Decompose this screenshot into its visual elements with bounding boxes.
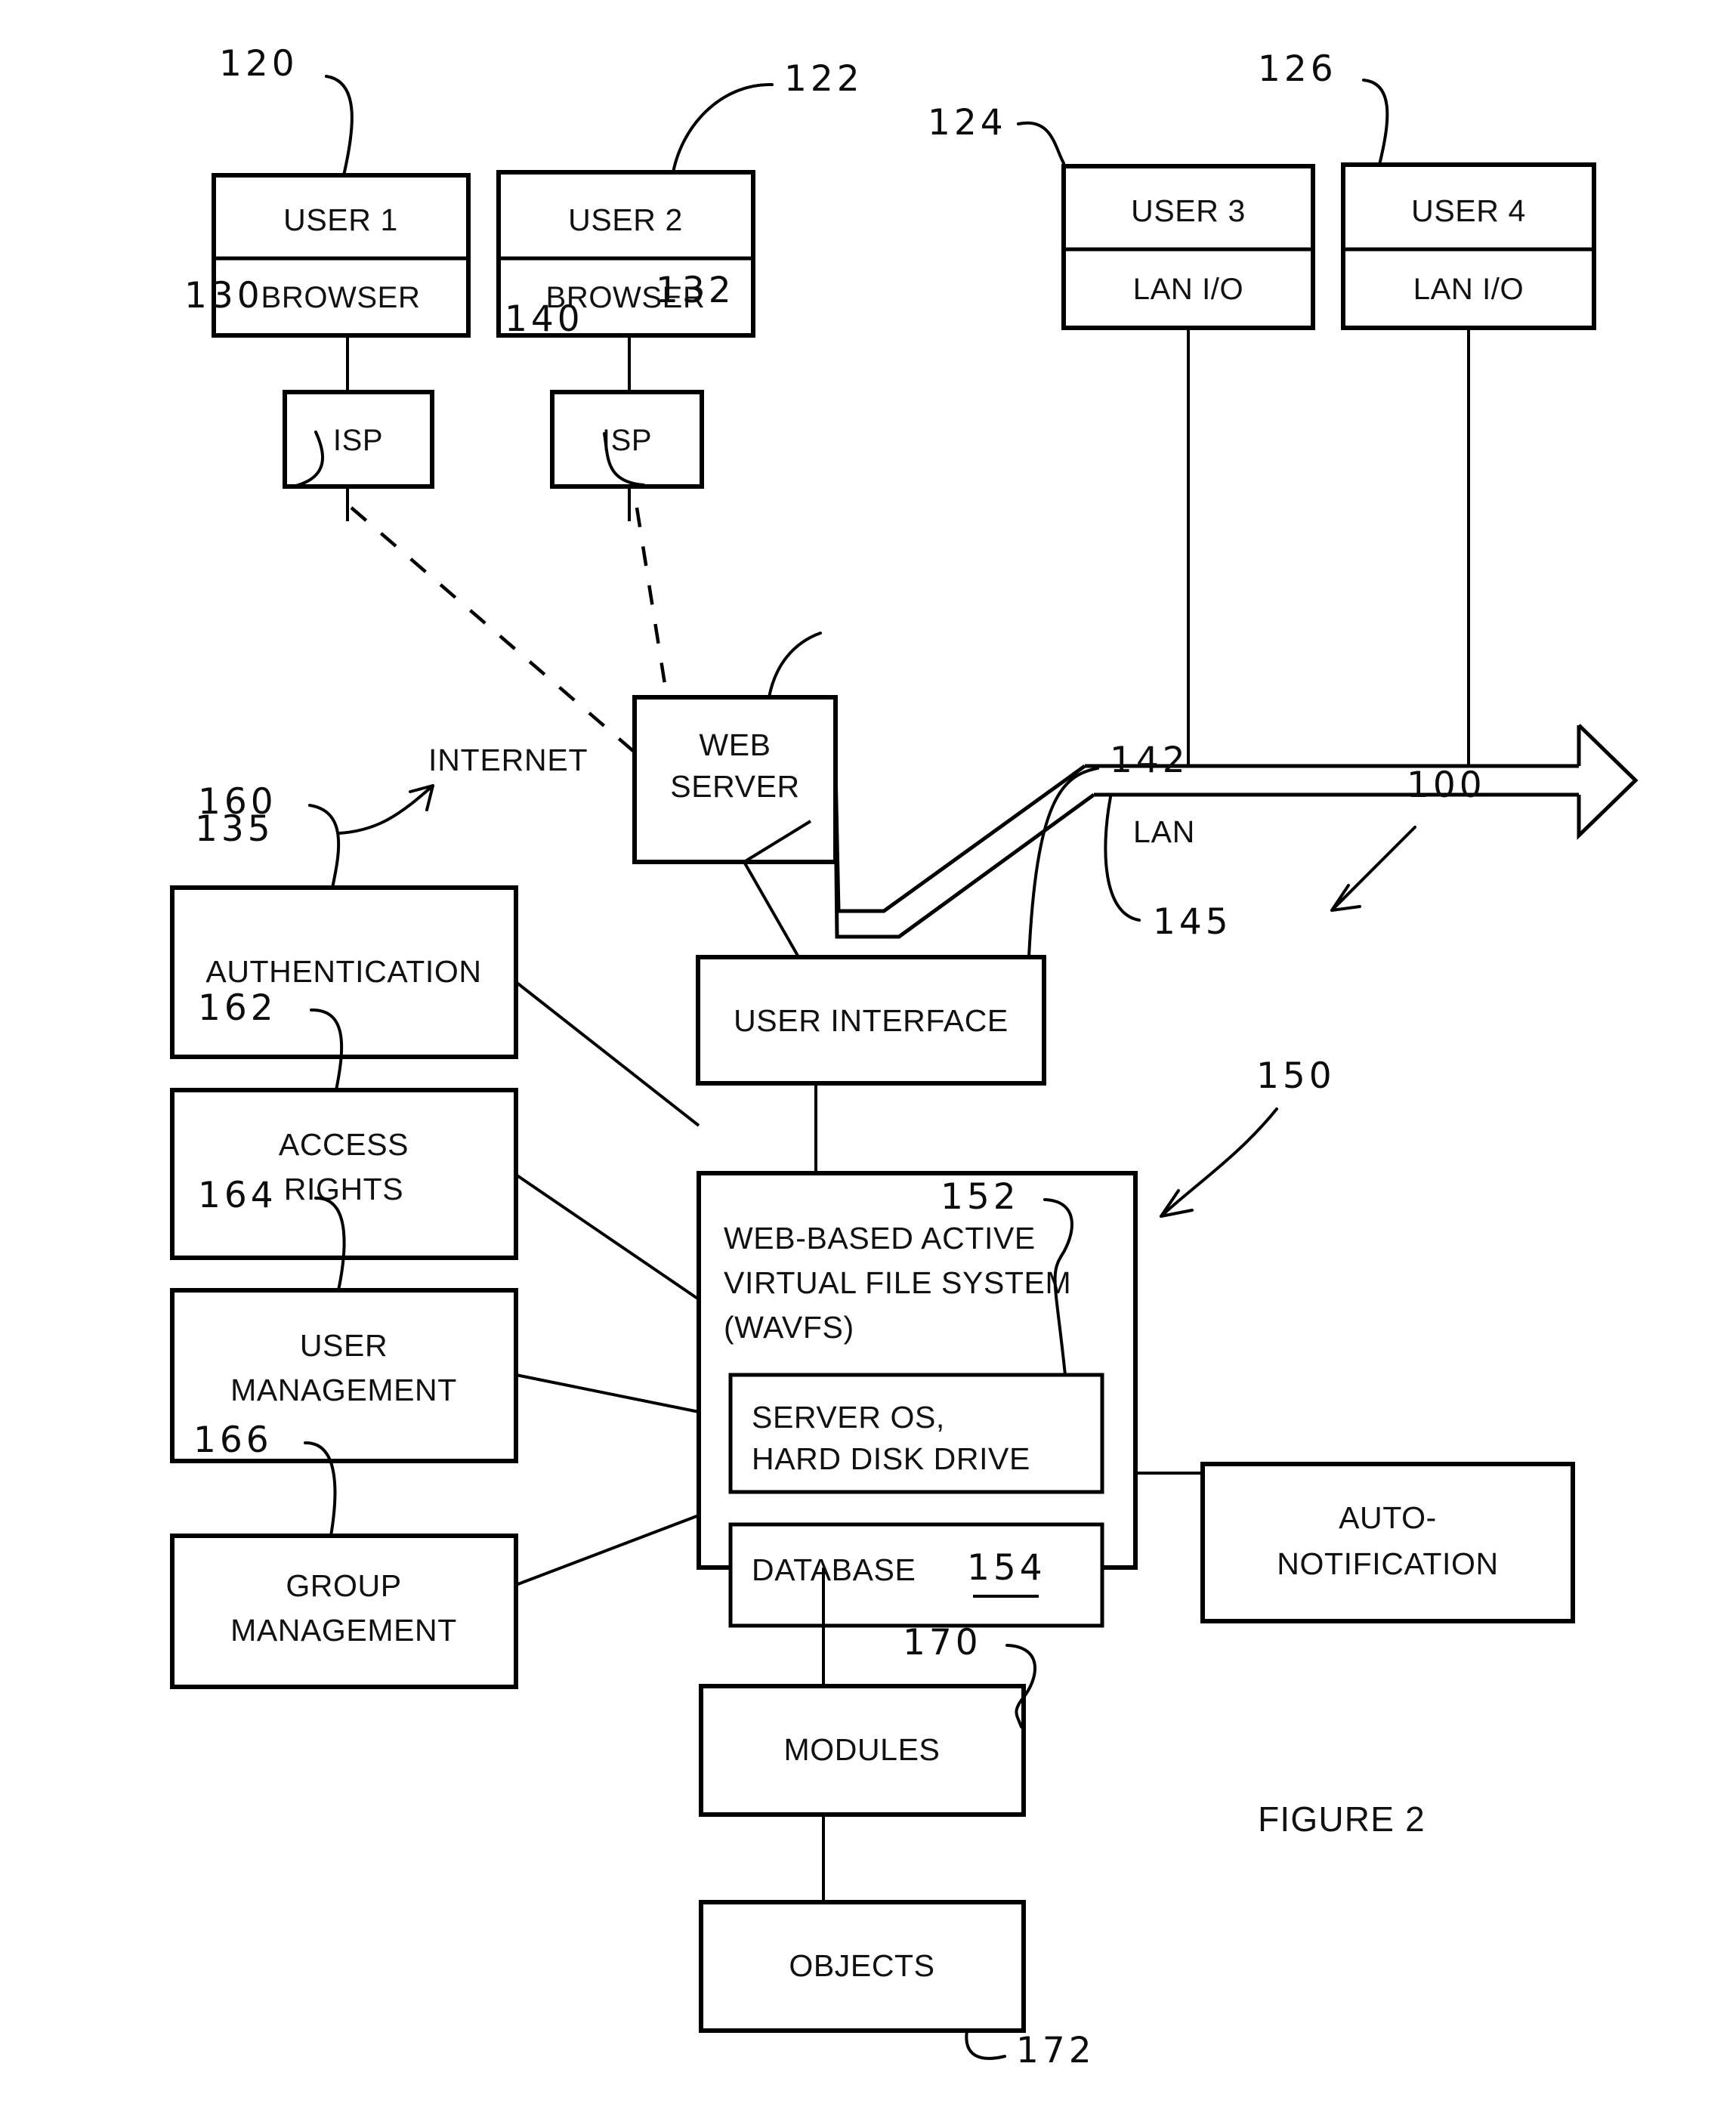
- ref-number-126: 126: [1258, 48, 1337, 90]
- leader-100: [1330, 826, 1416, 912]
- node-user-interface: USER INTERFACE: [696, 955, 1046, 1086]
- internet-link-isp1: [350, 506, 640, 757]
- ref-number-160: 160: [198, 781, 277, 823]
- user4-sub: LAN I/O: [1413, 273, 1524, 306]
- patent-drawing-canvas: USER 1 BROWSER USER 2 BROWSER USER 3 LAN…: [170, 43, 1639, 2071]
- lan-diagonal-top: [833, 764, 1086, 913]
- user-management-line1: USER: [300, 1328, 388, 1363]
- node-modules: MODULES: [699, 1684, 1026, 1817]
- node-isp1: ISP: [283, 390, 434, 489]
- ref-number-162: 162: [198, 987, 277, 1029]
- node-objects: OBJECTS: [699, 1900, 1026, 2033]
- access-rights-line2: RIGHTS: [284, 1172, 404, 1206]
- user-management-line2: MANAGEMENT: [230, 1373, 457, 1407]
- leader-150: [1160, 1107, 1278, 1218]
- ref-number-122: 122: [784, 58, 863, 100]
- auto-notification-box: [1200, 1462, 1575, 1623]
- ref-number-164: 164: [198, 1175, 277, 1216]
- wavfs-line2: VIRTUAL FILE SYSTEM: [724, 1265, 1071, 1300]
- lan-label: LAN: [1133, 814, 1195, 849]
- ref-number-130: 130: [184, 275, 264, 317]
- ref-number-152: 152: [941, 1176, 1020, 1218]
- internet-label: INTERNET: [428, 743, 588, 777]
- figure-caption: FIGURE 2: [1258, 1799, 1426, 1839]
- user3-sub: LAN I/O: [1133, 273, 1243, 306]
- lan-bus: LAN: [833, 724, 1639, 939]
- auto-notification-line2: NOTIFICATION: [1277, 1546, 1498, 1581]
- leader-124: [1017, 121, 1065, 165]
- user-interface-label: USER INTERFACE: [734, 1003, 1009, 1038]
- node-auto-notification: AUTO- NOTIFICATION: [1200, 1462, 1575, 1623]
- database-label: DATABASE: [752, 1552, 916, 1587]
- user1-title: USER 1: [283, 202, 398, 237]
- leader-126: [1362, 79, 1389, 166]
- ref-number-172: 172: [1016, 2030, 1095, 2071]
- node-authentication: AUTHENTICATION: [170, 885, 518, 1059]
- user2-title: USER 2: [568, 202, 683, 237]
- access-rights-line1: ACCESS: [279, 1127, 409, 1162]
- authentication-label: AUTHENTICATION: [205, 954, 481, 989]
- group-management-box: [170, 1534, 518, 1689]
- ref-number-166: 166: [193, 1419, 273, 1461]
- connector-webserver-userinterface: [743, 861, 799, 956]
- internet-leader: [337, 784, 434, 835]
- connector-groupmgmt-wavfs: [515, 1514, 700, 1586]
- ref-number-100: 100: [1407, 764, 1486, 806]
- node-group-management: GROUP MANAGEMENT: [170, 1534, 518, 1689]
- user4-title: USER 4: [1411, 193, 1526, 228]
- user3-title: USER 3: [1131, 193, 1246, 228]
- ref-number-140: 140: [505, 298, 584, 340]
- ref-number-145: 145: [1153, 901, 1232, 943]
- group-management-line2: MANAGEMENT: [230, 1613, 457, 1648]
- node-user4: USER 4 LAN I/O: [1341, 162, 1596, 330]
- node-server-os: SERVER OS, HARD DISK DRIVE: [728, 1373, 1104, 1494]
- node-isp2: ISP: [550, 390, 704, 489]
- wavfs-line1: WEB-BASED ACTIVE: [724, 1221, 1036, 1256]
- auto-notification-line1: AUTO-: [1339, 1500, 1437, 1535]
- node-user3: USER 3 LAN I/O: [1061, 164, 1315, 330]
- web-server-line1: WEB: [699, 727, 771, 762]
- leader-160: [308, 804, 341, 889]
- server-os-line1: SERVER OS,: [752, 1400, 945, 1435]
- ref-number-132: 132: [656, 270, 735, 311]
- connector-usermgmt-wavfs: [515, 1373, 700, 1413]
- wavfs-line3: (WAVFS): [724, 1310, 854, 1345]
- node-database: DATABASE 154: [728, 1522, 1104, 1628]
- user1-sub: BROWSER: [261, 281, 421, 314]
- patent-figure-2: USER 1 BROWSER USER 2 BROWSER USER 3 LAN…: [0, 0, 1736, 2122]
- lan-diagonal-bottom: [833, 792, 1095, 939]
- ref-number-120: 120: [219, 43, 298, 85]
- objects-label: OBJECTS: [789, 1948, 934, 1983]
- group-management-line1: GROUP: [286, 1568, 401, 1603]
- leader-122: [672, 82, 774, 174]
- lan-arrowhead: [1577, 724, 1639, 840]
- ref-number-142: 142: [1110, 740, 1189, 781]
- isp1-label: ISP: [333, 424, 383, 457]
- database-ref-number: 154: [967, 1547, 1046, 1589]
- modules-label: MODULES: [784, 1732, 941, 1767]
- ref-number-170: 170: [903, 1622, 982, 1663]
- isp2-label: ISP: [602, 424, 652, 457]
- leader-120: [325, 75, 354, 177]
- server-os-line2: HARD DISK DRIVE: [752, 1441, 1030, 1476]
- ref-number-150: 150: [1256, 1055, 1336, 1097]
- ref-number-124: 124: [928, 102, 1007, 144]
- leader-172: [965, 2029, 1006, 2060]
- web-server-line2: SERVER: [670, 769, 799, 804]
- connector-access-wavfs: [514, 1173, 700, 1301]
- leader-140: [768, 632, 822, 699]
- node-web-server: WEB SERVER: [632, 695, 838, 864]
- connector-auth-wavfs: [514, 981, 700, 1127]
